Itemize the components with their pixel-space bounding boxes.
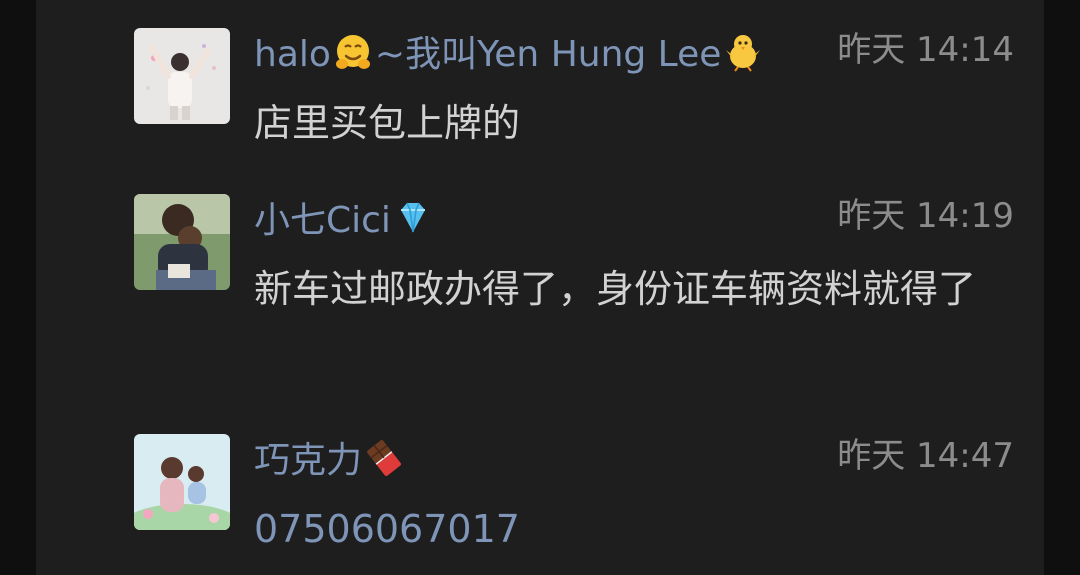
- chocolate-bar-icon: [364, 438, 404, 489]
- timestamp: 昨天 14:19: [837, 196, 1014, 236]
- comment-text: 新车过邮政办得了，身份证车辆资料就得了: [254, 267, 977, 311]
- comment-item: halo ~我叫Yen Hung Lee 昨天 14:14 店里买包上牌的: [134, 28, 1014, 148]
- timestamp: 昨天 14:47: [837, 436, 1014, 476]
- gem-icon: [393, 198, 433, 249]
- comment-item: 巧克力 昨天 14:47 07506067017: [134, 434, 1014, 554]
- timestamp: 昨天 14:14: [837, 30, 1014, 70]
- phone-number-link[interactable]: 07506067017: [254, 500, 994, 558]
- avatar[interactable]: [134, 434, 230, 530]
- comments-panel: halo ~我叫Yen Hung Lee 昨天 14:14 店里买包上牌的 小七C…: [36, 0, 1044, 575]
- comment-text: 店里买包上牌的: [254, 101, 521, 145]
- avatar[interactable]: [134, 194, 230, 290]
- baby-chick-icon: [723, 32, 763, 83]
- hugging-face-icon: [333, 32, 373, 83]
- username[interactable]: halo ~我叫Yen Hung Lee: [254, 32, 765, 83]
- username[interactable]: 巧克力: [254, 438, 406, 489]
- username[interactable]: 小七Cici: [254, 198, 435, 249]
- avatar[interactable]: [134, 28, 230, 124]
- comment-item: 小七Cici 昨天 14:19 新车过邮政办得了，身份证车辆资料就得了: [134, 194, 1014, 394]
